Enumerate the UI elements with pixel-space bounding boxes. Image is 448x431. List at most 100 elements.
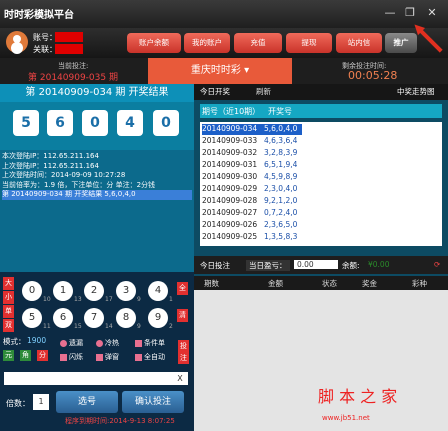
select-number-button[interactable]: 选号: [56, 391, 118, 413]
mode-label: 模式：: [3, 337, 26, 346]
today-table-header: 期数 金额 状态 奖金 彩种: [194, 276, 448, 290]
number-tag: 10: [43, 296, 51, 303]
number-tag: 13: [74, 296, 82, 303]
list-item[interactable]: 20140909-028 9,2,1,2,0: [202, 196, 302, 207]
log-line: 本次登陆IP：112.65.211.164: [2, 152, 99, 160]
account-balance-button[interactable]: 账户余额: [127, 33, 181, 53]
draw-ball: 0: [82, 110, 108, 136]
list-item[interactable]: 20140909-030 4,5,9,8,9: [202, 172, 302, 183]
column-header: 状态: [322, 279, 337, 288]
list-item[interactable]: 20140909-031 6,5,1,9,4: [202, 160, 302, 171]
mode-value[interactable]: 1900: [27, 336, 46, 345]
number-ball[interactable]: 6: [53, 308, 73, 328]
trend-chart-link[interactable]: 中奖走势图: [397, 86, 435, 97]
list-header: 期号（近10期） 开奖号: [200, 104, 442, 118]
lottery-select[interactable]: 重庆时时彩 ▾: [148, 58, 292, 84]
number-ball[interactable]: 9: [148, 308, 168, 328]
tab-today-draw[interactable]: 今日开奖: [200, 86, 230, 97]
option-flash[interactable]: 闪烁: [60, 352, 83, 362]
log-panel: 本次登陆IP：112.65.211.164 上次登陆IP：112.65.211.…: [0, 150, 194, 286]
number-ball[interactable]: 8: [116, 308, 136, 328]
balance-value-redacted: [55, 44, 83, 54]
number-column-header: 开奖号: [268, 107, 292, 116]
bet-side-button[interactable]: 投注: [178, 340, 189, 364]
option-popup[interactable]: 弹窗: [96, 352, 119, 362]
number-ball[interactable]: 7: [84, 308, 104, 328]
number-ball[interactable]: 5: [22, 308, 42, 328]
checkbox-icon: [135, 339, 142, 347]
bet-input[interactable]: [4, 372, 188, 385]
balance-label: 关联：: [33, 45, 57, 54]
log-line: 上次登陆IP：112.65.211.164: [2, 161, 99, 170]
user-bar: 账号： 关联： 账户余额 我的账户 充值 提现 站内信 推广: [0, 28, 448, 58]
draw-ball: 5: [13, 110, 39, 136]
app-title: 时时彩模拟平台: [4, 10, 74, 21]
list-item[interactable]: 20140909-025 1,3,5,8,3: [202, 232, 302, 243]
refresh-icon[interactable]: ⟳: [434, 260, 440, 269]
log-line: 上次登陆时间：2014-09-09 10:27:28: [2, 171, 126, 179]
number-ball[interactable]: 0: [22, 281, 42, 301]
list-item[interactable]: 20140909-033 4,6,3,6,4: [202, 136, 302, 147]
list-item[interactable]: 20140909-026 2,3,6,5,0: [202, 220, 302, 231]
draw-header: 第 20140909-034 期 开奖结果: [0, 84, 194, 102]
column-header: 奖金: [362, 279, 377, 288]
draw-ball: 0: [153, 110, 179, 136]
list-item[interactable]: 20140909-034 5,6,0,4,0: [202, 124, 302, 135]
log-line-highlighted: 第 20140909-034 期 开奖结果 5,6,0,4,0: [2, 190, 192, 200]
option-auto[interactable]: 全自动: [135, 352, 165, 362]
confirm-bet-button[interactable]: 确认投注: [122, 391, 184, 413]
tab-refresh[interactable]: 刷新: [256, 86, 271, 97]
list-item[interactable]: 20140909-029 2,3,0,4,0: [202, 184, 302, 195]
checkbox-icon: [96, 353, 103, 361]
number-ball[interactable]: 2: [84, 281, 104, 301]
lottery-name: 重庆时时彩: [190, 65, 241, 76]
watermark-url: www.jb51.net: [322, 414, 370, 422]
select-all-button[interactable]: 全: [177, 282, 188, 295]
odd-button[interactable]: 单: [3, 305, 14, 318]
promote-button[interactable]: 推广: [385, 33, 417, 53]
multiplier-input[interactable]: 1: [33, 394, 49, 410]
number-tag: 11: [43, 323, 51, 330]
unit-yuan-button[interactable]: 元: [3, 350, 14, 361]
minimize-icon[interactable]: —: [383, 6, 397, 20]
unit-jiao-button[interactable]: 角: [20, 350, 31, 361]
draw-ball: 6: [47, 110, 73, 136]
account-value-redacted: [55, 32, 83, 42]
big-button[interactable]: 大: [3, 277, 14, 290]
close-icon[interactable]: ✕: [425, 6, 439, 20]
tab-bar: 今日开奖 刷新 中奖走势图: [194, 84, 448, 100]
checkbox-icon: [60, 353, 67, 361]
withdraw-button[interactable]: 提现: [286, 33, 332, 53]
list-item[interactable]: 20140909-032 3,2,8,3,9: [202, 148, 302, 159]
expire-text: 程序到期时间:2014-9-13 8:07:25: [65, 417, 175, 425]
number-ball[interactable]: 4: [148, 281, 168, 301]
column-header: 金额: [268, 279, 283, 288]
option-hot-cold[interactable]: 冷热: [96, 338, 119, 348]
restore-icon[interactable]: ❐: [403, 6, 417, 20]
option-omission[interactable]: 遗漏: [60, 338, 83, 348]
unit-fen-button[interactable]: 分: [37, 350, 48, 361]
list-item[interactable]: 20140909-027 0,7,2,4,0: [202, 208, 302, 219]
number-tag: 1: [169, 296, 173, 303]
option-condition[interactable]: 条件单: [135, 338, 165, 348]
recharge-button[interactable]: 充值: [234, 33, 282, 53]
clear-input-icon[interactable]: X: [174, 372, 186, 385]
number-ball[interactable]: 3: [116, 281, 136, 301]
today-surplus-label: 当日盈亏：: [246, 260, 290, 271]
draw-list: 20140909-034 5,6,0,4,0 20140909-033 4,6,3,…: [200, 122, 442, 246]
messages-button[interactable]: 站内信: [336, 33, 382, 53]
number-tag: 15: [74, 323, 82, 330]
today-surplus-value: 0.00: [294, 260, 338, 269]
my-account-button[interactable]: 我的账户: [184, 33, 230, 53]
avatar: [6, 31, 28, 53]
period-column-header: 期号（近10期）: [202, 107, 261, 116]
even-button[interactable]: 双: [3, 319, 14, 332]
log-line: 当前倍率为：1.9 倍，下注单位：分 单注：2分钱: [2, 180, 156, 189]
clear-button[interactable]: 清: [177, 309, 188, 322]
checkbox-icon: [135, 353, 142, 361]
today-table-body: [194, 290, 448, 431]
number-tag: 9: [137, 323, 141, 330]
number-ball[interactable]: 1: [53, 281, 73, 301]
small-button[interactable]: 小: [3, 291, 14, 304]
chevron-down-icon: ▾: [244, 65, 250, 76]
